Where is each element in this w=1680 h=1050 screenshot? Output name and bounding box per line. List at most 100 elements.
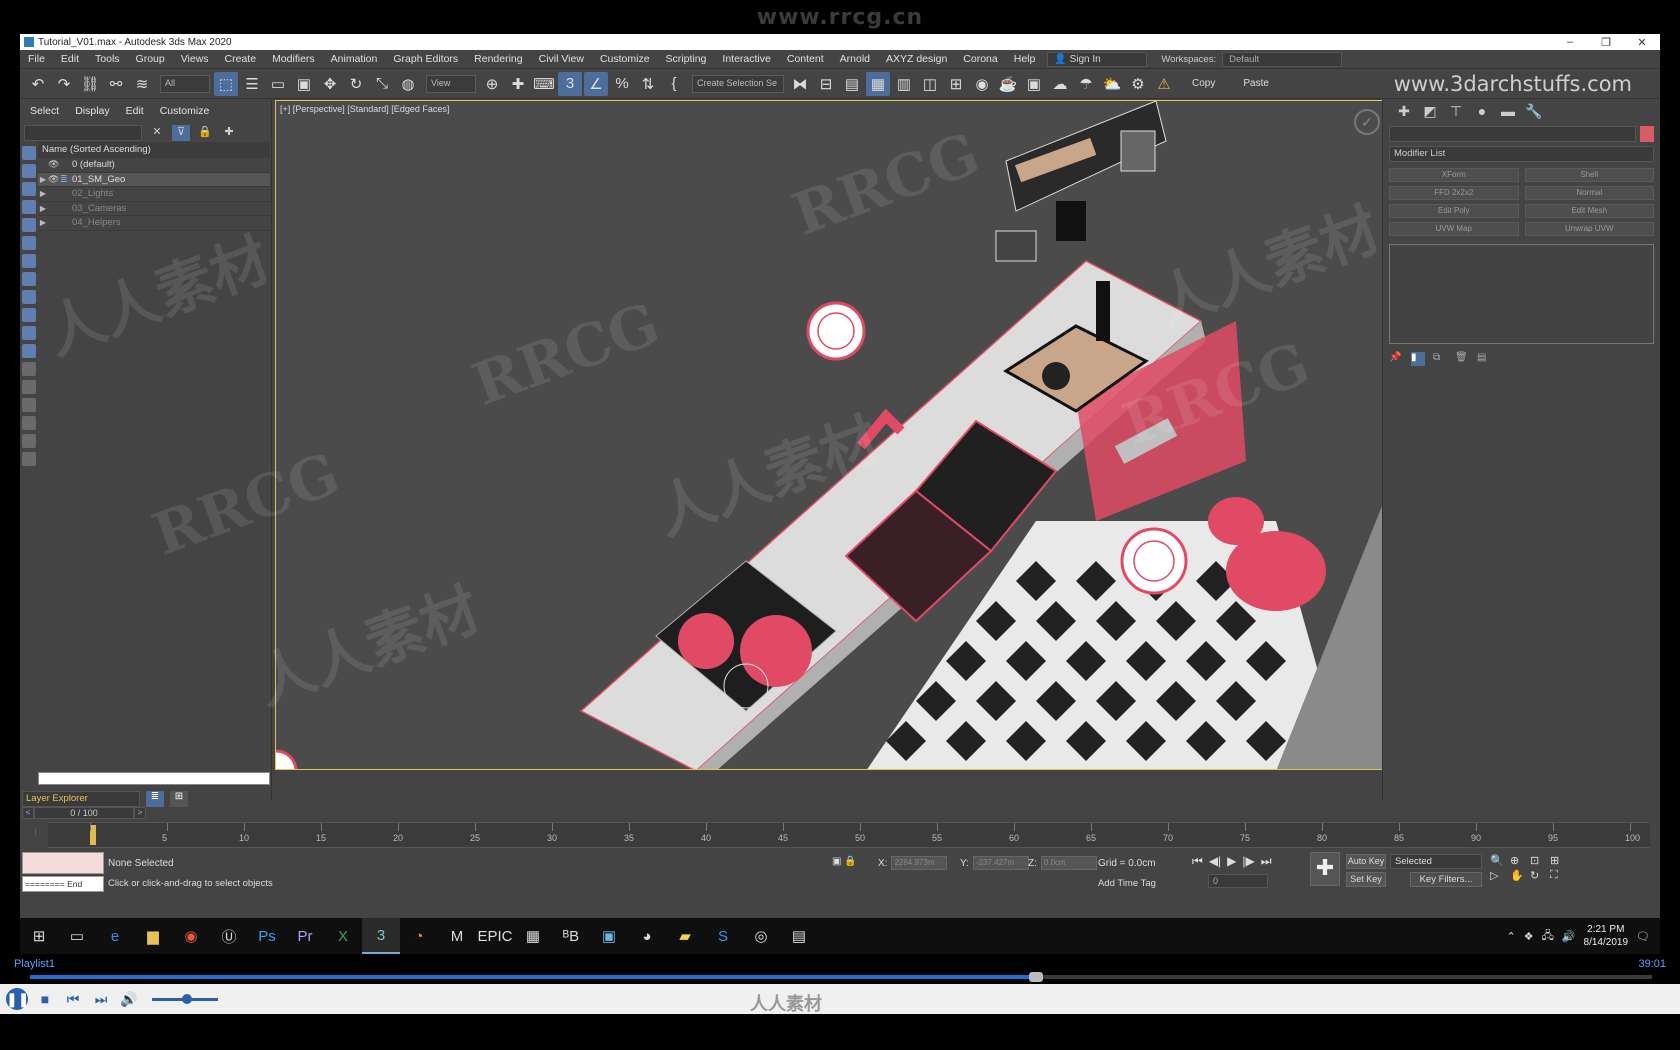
pan-icon[interactable]: ✋	[1510, 869, 1528, 882]
davinci-icon[interactable]: ◕	[628, 918, 666, 954]
motion-tab-icon[interactable]: ●	[1469, 103, 1495, 119]
field-of-view-icon[interactable]: ▷	[1490, 869, 1508, 882]
modifier-button[interactable]: UVW Map	[1389, 222, 1519, 236]
render-setup-icon[interactable]: ☕	[996, 72, 1020, 96]
menu-civil-view[interactable]: Civil View	[531, 53, 592, 65]
maxscript-output[interactable]: ======== End	[22, 876, 104, 892]
utilities-tab-icon[interactable]: 🔧	[1521, 103, 1547, 120]
menu-customize[interactable]: Customize	[592, 53, 658, 65]
remove-modifier-icon[interactable]: 🗑	[1455, 352, 1469, 366]
menu-content[interactable]: Content	[779, 53, 832, 65]
track-bar-menu-icon[interactable]: ⁝	[34, 827, 37, 838]
modify-tab-icon[interactable]: ◩	[1417, 103, 1443, 120]
toggle-scene-explorer-icon[interactable]: ▤	[840, 72, 864, 96]
scale-icon[interactable]: ⤡	[370, 72, 394, 96]
eye-icon[interactable]: 👁	[48, 159, 60, 170]
explorer-menu-edit[interactable]: Edit	[126, 105, 144, 117]
chrome-icon[interactable]: ◉	[172, 918, 210, 954]
render-cloud-icon[interactable]: ⛅	[1100, 72, 1124, 96]
sticky-notes-icon[interactable]: ▰	[666, 918, 704, 954]
menu-graph-editors[interactable]: Graph Editors	[385, 53, 466, 65]
menu-file[interactable]: File	[20, 53, 53, 65]
menu-views[interactable]: Views	[173, 53, 217, 65]
menu-rendering[interactable]: Rendering	[466, 53, 530, 65]
orbit-icon[interactable]: ↻	[1530, 869, 1548, 882]
pin-stack-icon[interactable]: 📌	[1389, 352, 1403, 366]
set-key-button[interactable]: Set Key	[1346, 872, 1386, 887]
explorer-menu-select[interactable]: Select	[30, 105, 59, 117]
display-invert-icon[interactable]	[22, 398, 36, 412]
speaker-icon[interactable]: 🔊	[118, 988, 140, 1010]
make-unique-icon[interactable]: ⧉	[1433, 352, 1447, 366]
render-icon[interactable]: ☁	[1048, 72, 1072, 96]
display-bones-icon[interactable]	[22, 290, 36, 304]
menu-interactive[interactable]: Interactive	[714, 53, 778, 65]
menu-animation[interactable]: Animation	[323, 53, 386, 65]
isolate-icon[interactable]: ▣ 🔒	[832, 856, 857, 867]
zoom-icon[interactable]: 🔍	[1490, 854, 1508, 867]
object-name-field[interactable]	[1389, 126, 1636, 142]
undo-icon[interactable]: ↶	[26, 72, 50, 96]
rotate-icon[interactable]: ↻	[344, 72, 368, 96]
modifier-button[interactable]: XForm	[1389, 168, 1519, 182]
next-frame-icon[interactable]: >	[134, 807, 146, 819]
stop-icon[interactable]: ■	[34, 988, 56, 1010]
mirror-icon[interactable]: ⧓	[788, 72, 812, 96]
restore-icon[interactable]: ❐	[1588, 36, 1624, 49]
hierarchy-tab-icon[interactable]: ⊤	[1443, 103, 1469, 120]
time-slider[interactable]: 0 / 100	[34, 807, 134, 819]
excel-icon[interactable]: X	[324, 918, 362, 954]
display-spacewarps-icon[interactable]	[22, 236, 36, 250]
expand-icon[interactable]: ▶	[38, 218, 48, 227]
modifier-button[interactable]: Unwrap UVW	[1524, 222, 1654, 236]
modifier-button[interactable]: Edit Mesh	[1524, 204, 1654, 218]
3dsmax-icon[interactable]: 3	[362, 918, 400, 954]
volume-icon[interactable]: 🔊	[1562, 930, 1576, 943]
align-icon[interactable]: ⊟	[814, 72, 838, 96]
menu-scripting[interactable]: Scripting	[658, 53, 715, 65]
rect-selection-icon[interactable]: ▭	[266, 72, 290, 96]
display-hidden-icon[interactable]	[22, 344, 36, 358]
display-all-icon[interactable]	[22, 362, 36, 376]
notepad-icon[interactable]: ▤	[780, 918, 818, 954]
dropbox-icon[interactable]: ❖	[1524, 930, 1534, 943]
display-cameras-icon[interactable]	[22, 200, 36, 214]
menu-modifiers[interactable]: Modifiers	[264, 53, 323, 65]
modifier-button[interactable]: FFD 2x2x2	[1389, 186, 1519, 200]
windows-start-icon[interactable]: ⊞	[20, 918, 58, 954]
premiere-icon[interactable]: Pr	[286, 918, 324, 954]
modifier-stack[interactable]	[1389, 244, 1654, 344]
toggle-layer-explorer-icon[interactable]: ▦	[866, 71, 890, 96]
blender-icon[interactable]: ◔	[400, 918, 438, 954]
select-object-icon[interactable]: ⬚	[214, 71, 238, 96]
display-containers-icon[interactable]	[22, 308, 36, 322]
modifier-button[interactable]: Edit Poly	[1389, 204, 1519, 218]
marmoset-icon[interactable]: M	[438, 918, 476, 954]
render-iterative-icon[interactable]: ☂	[1074, 72, 1098, 96]
unreal-icon[interactable]: Ⓤ	[210, 918, 248, 954]
redo-icon[interactable]: ↷	[52, 72, 76, 96]
play-icon[interactable]: ▶	[1227, 854, 1236, 869]
display-tab-icon[interactable]: ▬	[1495, 103, 1521, 119]
modifier-list-dropdown[interactable]: Modifier List	[1389, 146, 1654, 162]
window-crossing-icon[interactable]: ▣	[292, 72, 316, 96]
x-field[interactable]: 2284.973m	[891, 856, 948, 870]
manipulate-icon[interactable]: ✚	[506, 72, 530, 96]
object-color-swatch[interactable]	[1640, 126, 1654, 142]
named-selection-dropdown[interactable]: Create Selection Se	[692, 74, 784, 93]
zoom-extents-icon[interactable]: ⊡	[1530, 854, 1548, 867]
create-tab-icon[interactable]: ✚	[1391, 103, 1417, 120]
network-icon[interactable]: 🖧	[1542, 927, 1554, 946]
perspective-viewport[interactable]: [+] [Perspective] [Standard] [Edged Face…	[275, 100, 1395, 770]
display-frozen-icon[interactable]	[22, 326, 36, 340]
modifier-button[interactable]: Shell	[1524, 168, 1654, 182]
expand-icon[interactable]: ▶	[38, 204, 48, 213]
prev-frame-icon[interactable]: <	[22, 807, 34, 819]
display-helpers-icon[interactable]	[22, 218, 36, 232]
minimize-icon[interactable]: –	[1552, 36, 1588, 48]
zoom-extents-all-icon[interactable]: ⊞	[1550, 854, 1568, 867]
epic-launcher-icon[interactable]: EPIC	[476, 918, 514, 954]
bind-spacewarp-icon[interactable]: ≋	[130, 72, 154, 96]
warning-icon[interactable]: ⚠	[1152, 72, 1176, 96]
display-geometry-icon[interactable]	[22, 146, 36, 160]
